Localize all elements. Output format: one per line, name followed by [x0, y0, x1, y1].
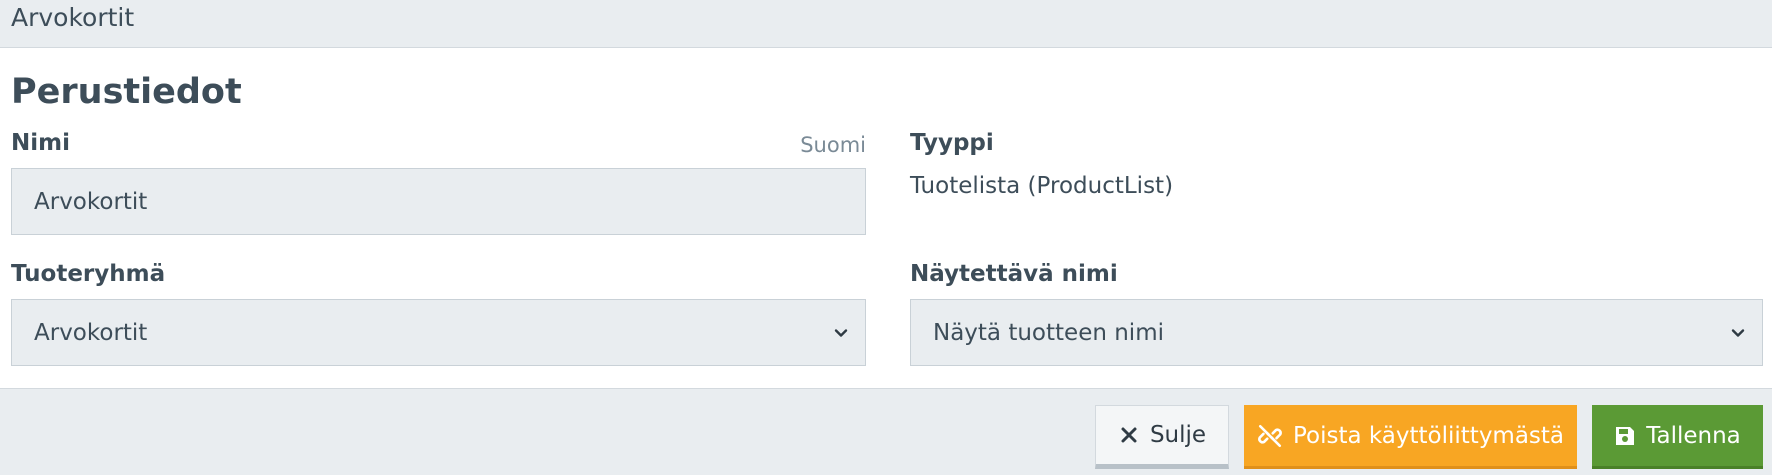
- display-name-label: Näytettävä nimi: [910, 261, 1118, 287]
- close-button[interactable]: Sulje: [1095, 405, 1229, 469]
- name-label: Nimi: [11, 130, 70, 156]
- title-bar: Arvokortit: [0, 0, 1772, 48]
- save-button[interactable]: Tallenna: [1592, 405, 1763, 469]
- chevron-down-icon: [1731, 328, 1745, 337]
- language-label[interactable]: Suomi: [700, 131, 866, 159]
- display-name-selected: Näytä tuotteen nimi: [933, 319, 1164, 346]
- save-button-label: Tallenna: [1646, 422, 1741, 449]
- type-value: Tuotelista (ProductList): [910, 173, 1174, 199]
- close-icon: [1121, 427, 1137, 443]
- unlink-icon: [1258, 424, 1282, 447]
- display-name-select[interactable]: Näytä tuotteen nimi: [910, 299, 1763, 366]
- type-label: Tyyppi: [910, 130, 994, 156]
- product-group-select[interactable]: Arvokortit: [11, 299, 866, 366]
- product-group-label: Tuoteryhmä: [11, 261, 166, 287]
- name-input[interactable]: [11, 168, 866, 235]
- product-group-selected: Arvokortit: [34, 319, 148, 346]
- section-title: Perustiedot: [11, 72, 242, 112]
- remove-from-ui-button[interactable]: Poista käyttöliittymästä: [1244, 405, 1577, 469]
- window-title: Arvokortit: [11, 3, 135, 32]
- chevron-down-icon: [834, 328, 848, 337]
- footer-bar: Sulje Poista käyttöliittymästä Tallenna: [0, 388, 1772, 475]
- save-icon: [1616, 426, 1635, 445]
- close-button-label: Sulje: [1149, 422, 1207, 448]
- remove-button-label: Poista käyttöliittymästä: [1292, 422, 1565, 449]
